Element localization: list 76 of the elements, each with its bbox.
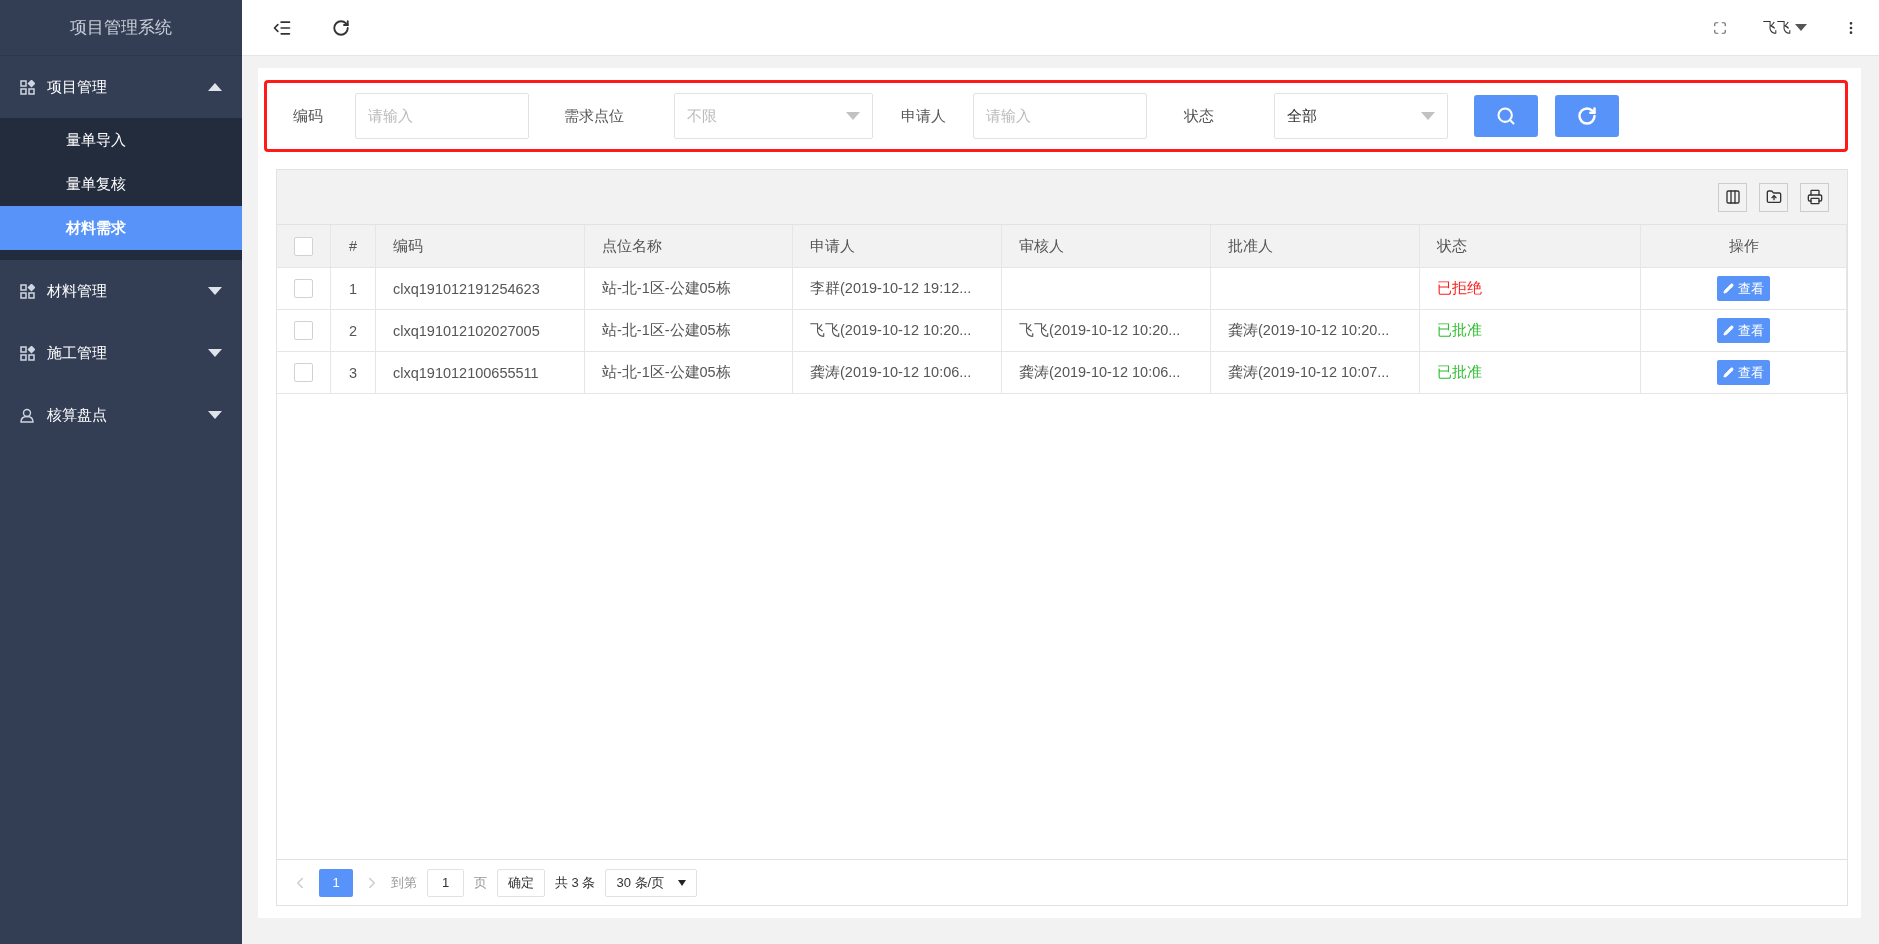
table-cell: 2 (331, 310, 376, 351)
confirm-button[interactable]: 确定 (497, 868, 545, 897)
table-cell: 飞飞(2019-10-12 10:20... (1002, 310, 1211, 351)
checkbox[interactable] (294, 321, 313, 340)
grid-icon (20, 345, 35, 361)
table-cell: 李群(2019-10-12 19:12... (793, 268, 1002, 309)
column-header: 编码 (376, 225, 585, 267)
pencil-icon (1723, 367, 1734, 378)
table-cell: 龚涛(2019-10-12 10:07... (1211, 352, 1420, 393)
menu-group-label: 项目管理 (47, 77, 107, 97)
menu-group[interactable]: 施工管理 (0, 322, 242, 384)
status-text: 已批准 (1420, 352, 1641, 393)
columns-button[interactable] (1718, 182, 1747, 212)
printer-icon (1806, 189, 1823, 205)
column-header: # (331, 225, 376, 267)
checkbox[interactable] (294, 236, 313, 256)
refresh-icon (1577, 106, 1597, 126)
table-cell: 龚涛(2019-10-12 10:06... (793, 352, 1002, 393)
table-cell: 龚涛(2019-10-12 10:06... (1002, 352, 1211, 393)
status-text: 已拒绝 (1420, 268, 1641, 309)
table-cell: 龚涛(2019-10-12 10:20... (1211, 310, 1420, 351)
menu-group-label: 材料管理 (47, 281, 107, 301)
table-cell: clxq191012191254623 (376, 268, 585, 309)
grid-icon (20, 283, 35, 299)
user-menu[interactable]: 飞飞 (1763, 18, 1807, 37)
fullscreen-icon[interactable] (1713, 20, 1727, 35)
table-cell: 1 (331, 268, 376, 309)
menu-item[interactable]: 量单导入 (0, 118, 242, 162)
column-header: 申请人 (793, 225, 1002, 267)
pencil-icon (1723, 325, 1734, 336)
menu-group-label: 核算盘点 (47, 405, 107, 425)
grid-icon (20, 79, 35, 95)
select-field[interactable]: 全部 (1274, 93, 1448, 139)
search-icon (1496, 106, 1516, 126)
column-header: 审核人 (1002, 225, 1211, 267)
search-button[interactable] (1474, 95, 1538, 137)
menu-group-label: 施工管理 (47, 343, 107, 363)
goto-label: 到第 (391, 873, 417, 892)
filter-label: 申请人 (901, 106, 947, 126)
table-cell: 站-北-1区-公建05栋 (585, 310, 793, 351)
user-icon (20, 407, 35, 423)
table-cell: 飞飞(2019-10-12 10:20... (793, 310, 1002, 351)
total-count: 共 3 条 (555, 873, 596, 892)
caret-icon (678, 879, 687, 886)
filter-label: 状态 (1184, 106, 1215, 126)
status-text: 已批准 (1420, 310, 1641, 351)
checkbox[interactable] (294, 279, 313, 298)
table-cell: 3 (331, 352, 376, 393)
table-cell: clxq191012102027005 (376, 310, 585, 351)
pencil-icon (1723, 283, 1734, 294)
menu-group[interactable]: 核算盘点 (0, 384, 242, 446)
filter-label: 需求点位 (564, 106, 625, 126)
filter-label: 编码 (293, 106, 324, 126)
caret-icon (1795, 24, 1807, 31)
column-header: 状态 (1420, 225, 1641, 267)
caret-icon (1421, 112, 1435, 120)
reset-button[interactable] (1555, 95, 1619, 137)
export-button[interactable] (1759, 182, 1788, 212)
checkbox[interactable] (294, 363, 313, 382)
print-button[interactable] (1800, 182, 1829, 212)
table-cell: 站-北-1区-公建05栋 (585, 352, 793, 393)
column-header: 批准人 (1211, 225, 1420, 267)
menu-item[interactable]: 量单复核 (0, 162, 242, 206)
page-input[interactable]: 1 (427, 868, 464, 897)
menu-group[interactable]: 材料管理 (0, 260, 242, 322)
caret-icon (846, 112, 860, 120)
folder-upload-icon (1765, 189, 1782, 205)
menu-group[interactable]: 项目管理 (0, 56, 242, 118)
refresh-icon[interactable] (332, 18, 350, 37)
column-header: 点位名称 (585, 225, 793, 267)
table-cell: clxq191012100655511 (376, 352, 585, 393)
columns-icon (1724, 189, 1741, 205)
page-size-select[interactable]: 30 条/页 (605, 868, 698, 897)
column-header: 操作 (1641, 225, 1847, 267)
page-unit: 页 (474, 873, 487, 892)
table-cell: 站-北-1区-公建05栋 (585, 268, 793, 309)
